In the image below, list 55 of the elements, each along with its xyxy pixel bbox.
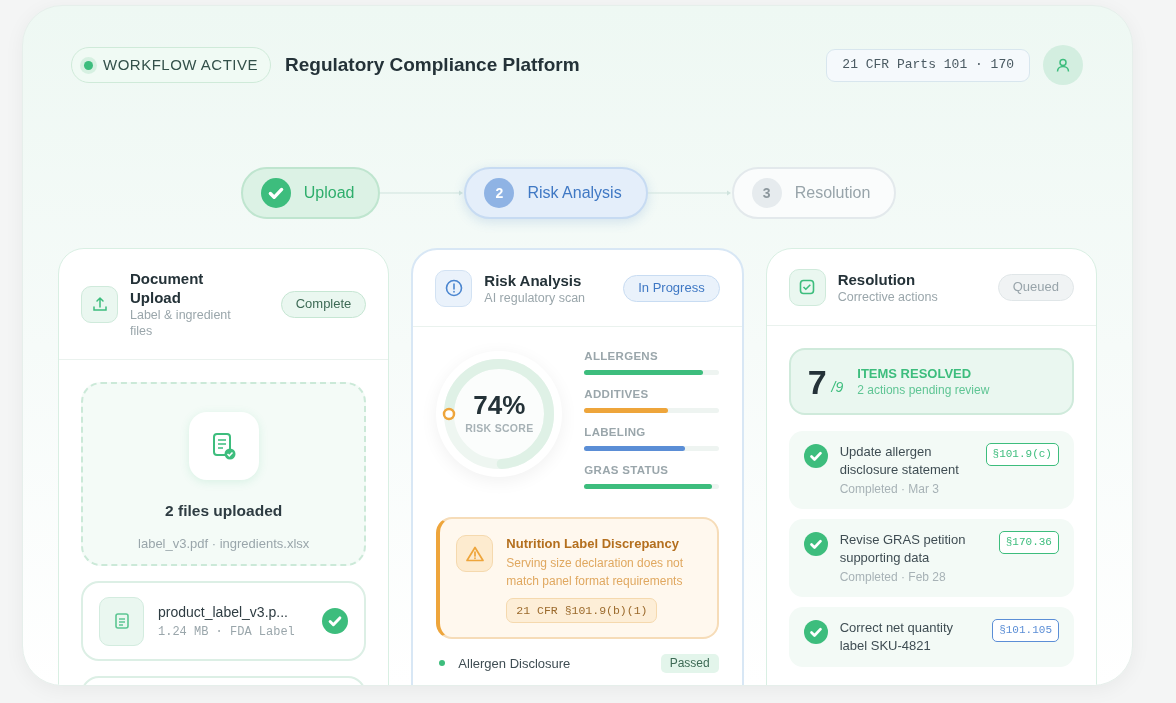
risk-score: 74% bbox=[473, 391, 526, 420]
action-title: Update allergen disclosure statement bbox=[839, 443, 960, 479]
total-count: /9 bbox=[831, 378, 844, 397]
file-names: label_v3.pdf · ingredients.xlsx bbox=[138, 535, 310, 554]
resolved-count: 7 bbox=[807, 363, 827, 400]
step-number: 2 bbox=[484, 178, 515, 208]
action-title: Correct net quantity label SKU-4821 bbox=[839, 619, 955, 655]
citation-tag: 21 CFR §101.9(b)(1) bbox=[506, 598, 658, 624]
warning-icon bbox=[465, 545, 484, 562]
file-icon bbox=[114, 613, 129, 629]
step-tab[interactable]: 2 Risk Analysis bbox=[464, 167, 648, 219]
status-badge: Complete bbox=[280, 290, 367, 318]
info-circle-icon bbox=[444, 279, 463, 297]
check-status: Passed bbox=[660, 653, 719, 673]
action-item[interactable]: Update allergen disclosure statement Completed · Mar 3 §101.9(c) bbox=[788, 431, 1074, 509]
card-title: Risk Analysis bbox=[484, 270, 583, 290]
file-name: product_label_v3.p... bbox=[158, 602, 289, 622]
metric-label: LABELING bbox=[584, 425, 647, 439]
metric-label: ALLERGENS bbox=[584, 349, 659, 363]
card-subtitle: Label & ingredient files bbox=[130, 307, 232, 339]
check-icon bbox=[260, 178, 291, 208]
regulation-tag: 21 CFR Parts 101 · 170 bbox=[826, 48, 1030, 82]
avatar[interactable] bbox=[1043, 45, 1083, 85]
summary-title: ITEMS RESOLVED bbox=[857, 364, 973, 382]
action-meta: Completed · Mar 3 bbox=[839, 481, 941, 497]
upload-icon bbox=[91, 296, 108, 312]
action-item[interactable]: Correct net quantity label SKU-4821 §101.105 bbox=[788, 607, 1074, 667]
file-meta: 1.24 MB · FDA Label bbox=[158, 623, 296, 641]
card-subtitle: Corrective actions bbox=[837, 288, 938, 305]
card-subtitle: AI regulatory scan bbox=[484, 289, 586, 306]
status-badge: Queued bbox=[997, 273, 1074, 301]
status-badge: In Progress bbox=[623, 274, 720, 302]
step-number: 3 bbox=[751, 178, 782, 208]
action-meta: Completed · Feb 28 bbox=[839, 569, 947, 585]
card-title: Resolution bbox=[837, 269, 917, 289]
risk-score-label: RISK SCORE bbox=[465, 421, 534, 437]
app-title: Regulatory Compliance Platform bbox=[285, 52, 580, 77]
file-card[interactable]: product_label_v3.p... 1.24 MB · FDA Label bbox=[81, 581, 367, 661]
alert-title: Nutrition Label Discrepancy bbox=[506, 535, 680, 552]
card-title: Document Upload bbox=[130, 269, 205, 307]
metric-label: ADDITIVES bbox=[584, 387, 650, 401]
citation-tag: §170.36 bbox=[998, 531, 1059, 554]
check-label: Allergen Disclosure bbox=[458, 654, 571, 673]
checkbox-icon bbox=[799, 279, 816, 295]
action-title: Revise GRAS petition supporting data bbox=[839, 531, 967, 567]
status-label: WORKFLOW ACTIVE bbox=[103, 54, 258, 75]
citation-tag: §101.9(c) bbox=[985, 443, 1059, 466]
summary-note: 2 actions pending review bbox=[857, 381, 990, 399]
action-item[interactable]: Revise GRAS petition supporting data Completed · Feb 28 §170.36 bbox=[788, 519, 1074, 597]
drop-zone[interactable]: 2 files uploaded label_v3.pdf · ingredients.xlsx bbox=[81, 382, 367, 566]
metric-label: GRAS STATUS bbox=[584, 463, 670, 477]
alert-message: Serving size declaration does not match panel format requirements bbox=[506, 555, 685, 590]
user-icon bbox=[1056, 58, 1070, 72]
upload-summary: 2 files uploaded bbox=[165, 501, 283, 521]
citation-tag: §101.105 bbox=[992, 619, 1059, 642]
